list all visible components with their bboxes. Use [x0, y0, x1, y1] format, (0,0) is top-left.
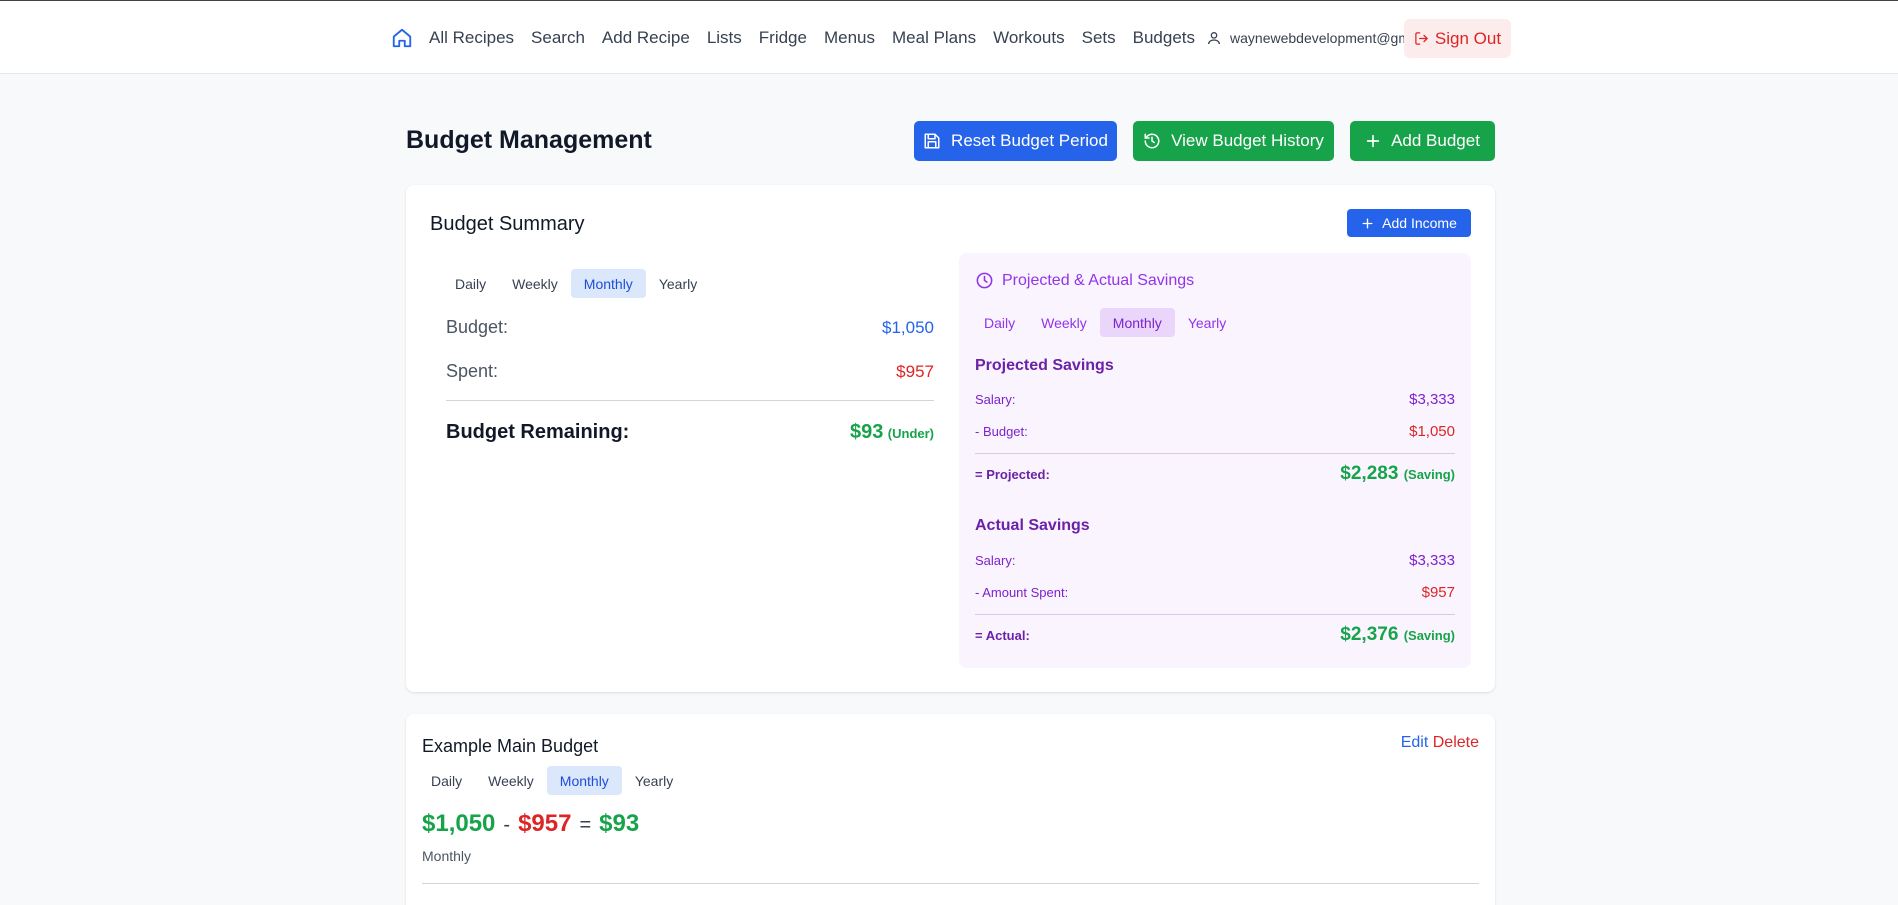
- actual-salary-row: Salary: $3,333: [975, 552, 1455, 569]
- clock-icon: [976, 272, 993, 289]
- projected-budget-row: - Budget: $1,050: [975, 423, 1455, 440]
- actual-savings-title: Actual Savings: [975, 517, 1090, 534]
- sign-out-icon: [1415, 32, 1428, 45]
- nav-link-menus[interactable]: Menus: [824, 28, 875, 48]
- add-budget-label: Add Budget: [1391, 131, 1480, 150]
- projected-total-value: $2,283: [1340, 463, 1399, 484]
- delete-budget-link[interactable]: Delete: [1433, 734, 1479, 751]
- budget-remaining-label: Budget Remaining:: [446, 421, 630, 443]
- sign-out-button[interactable]: Sign Out: [1404, 19, 1511, 58]
- budget-actions: Edit Delete: [1401, 734, 1479, 752]
- home-icon[interactable]: [391, 26, 415, 50]
- savings-title: Projected & Actual Savings: [1002, 271, 1195, 289]
- spent-row: Spent: $957: [446, 361, 934, 382]
- divider: [422, 883, 1479, 884]
- savings-tab-yearly[interactable]: Yearly: [1175, 308, 1239, 337]
- nav-link-budgets[interactable]: Budgets: [1133, 28, 1195, 48]
- spent-label: Spent:: [446, 361, 499, 381]
- budget-value: $1,050: [882, 318, 934, 337]
- budget-summary-title: Budget Summary: [430, 213, 585, 235]
- nav-link-fridge[interactable]: Fridge: [759, 28, 807, 48]
- nav-link-workouts[interactable]: Workouts: [993, 28, 1065, 48]
- budget-tab-monthly[interactable]: Monthly: [546, 766, 622, 795]
- actual-total-value: $2,376: [1340, 624, 1399, 645]
- budget-row: Budget: $1,050: [446, 317, 934, 338]
- nav-link-meal-plans[interactable]: Meal Plans: [892, 28, 976, 48]
- projected-total-label: = Projected:: [975, 467, 1050, 482]
- divider: [975, 453, 1455, 454]
- savings-tab-monthly[interactable]: Monthly: [1099, 308, 1175, 337]
- savings-period-tabs: Daily Weekly Monthly Yearly: [971, 308, 1239, 337]
- projected-salary-label: Salary:: [975, 392, 1016, 407]
- projected-savings-title: Projected Savings: [975, 357, 1114, 374]
- actual-salary-label: Salary:: [975, 553, 1016, 568]
- add-income-button[interactable]: Add Income: [1347, 209, 1471, 237]
- add-income-label: Add Income: [1382, 215, 1457, 231]
- projected-budget-label: - Budget:: [975, 424, 1028, 439]
- projected-salary-row: Salary: $3,333: [975, 391, 1455, 408]
- divider: [975, 614, 1455, 615]
- plus-icon: [1366, 134, 1380, 148]
- budget-tab-weekly[interactable]: Weekly: [475, 766, 547, 795]
- actual-spent-label: - Amount Spent:: [975, 585, 1069, 600]
- budget-spent: $957: [518, 810, 572, 837]
- actual-spent-row: - Amount Spent: $957: [975, 584, 1455, 601]
- nav-link-lists[interactable]: Lists: [707, 28, 742, 48]
- actual-total-label: = Actual:: [975, 628, 1030, 643]
- budget-name: Example Main Budget: [422, 736, 599, 756]
- nav-link-add-recipe[interactable]: Add Recipe: [602, 28, 690, 48]
- budget-summary-card: Budget Summary Add Income Daily Weekly M…: [406, 185, 1495, 692]
- savings-tab-daily[interactable]: Daily: [971, 308, 1028, 337]
- tab-weekly[interactable]: Weekly: [499, 269, 571, 298]
- summary-period-tabs: Daily Weekly Monthly Yearly: [442, 269, 710, 298]
- budget-card: Example Main Budget Edit Delete Daily We…: [406, 714, 1495, 905]
- spent-value: $957: [896, 362, 934, 381]
- divider: [446, 400, 934, 401]
- savings-header: Projected & Actual Savings: [975, 271, 1194, 290]
- view-budget-history-label: View Budget History: [1171, 131, 1324, 150]
- budget-label: Budget:: [446, 317, 509, 337]
- budget-remaining-value: $93: [849, 421, 884, 443]
- actual-spent-value: $957: [1421, 584, 1455, 601]
- budget-amount: $1,050: [422, 810, 496, 837]
- budget-period: Monthly: [422, 848, 472, 864]
- page-title: Budget Management: [406, 126, 652, 154]
- budget-remaining: $93: [599, 810, 640, 837]
- budget-tab-yearly[interactable]: Yearly: [622, 766, 686, 795]
- sign-out-label: Sign Out: [1434, 28, 1502, 48]
- nav-menu: All Recipes Search Add Recipe Lists Frid…: [391, 21, 1454, 55]
- plus-icon: [1362, 217, 1373, 229]
- add-budget-button[interactable]: Add Budget: [1350, 121, 1495, 161]
- minus-sign: -: [503, 814, 511, 836]
- save-icon: [924, 133, 940, 149]
- reset-budget-period-button[interactable]: Reset Budget Period: [914, 121, 1117, 161]
- edit-budget-link[interactable]: Edit: [1401, 734, 1429, 751]
- budget-remaining-row: Budget Remaining: $93 (Under): [446, 421, 934, 444]
- tab-monthly[interactable]: Monthly: [570, 269, 646, 298]
- projected-total-status: (Saving): [1403, 467, 1455, 482]
- actual-total-row: = Actual: $2,376 (Saving): [975, 624, 1455, 646]
- budget-tab-daily[interactable]: Daily: [418, 766, 475, 795]
- nav-link-all-recipes[interactable]: All Recipes: [429, 28, 514, 48]
- nav-link-search[interactable]: Search: [531, 28, 585, 48]
- reset-budget-period-label: Reset Budget Period: [951, 131, 1108, 150]
- projected-salary-value: $3,333: [1409, 391, 1455, 408]
- equals-sign: =: [579, 814, 592, 836]
- user-icon: [1208, 32, 1221, 45]
- projected-budget-value: $1,050: [1409, 423, 1455, 440]
- tab-yearly[interactable]: Yearly: [646, 269, 710, 298]
- history-icon: [1144, 133, 1160, 149]
- savings-panel: Projected & Actual Savings Daily Weekly …: [959, 253, 1471, 668]
- budget-period-tabs: Daily Weekly Monthly Yearly: [418, 766, 686, 795]
- top-navigation-bar: All Recipes Search Add Recipe Lists Frid…: [0, 0, 1898, 74]
- actual-total-status: (Saving): [1403, 628, 1455, 643]
- tab-daily[interactable]: Daily: [442, 269, 499, 298]
- actual-salary-value: $3,333: [1409, 552, 1455, 569]
- savings-tab-weekly[interactable]: Weekly: [1028, 308, 1100, 337]
- view-budget-history-button[interactable]: View Budget History: [1133, 121, 1334, 161]
- budget-remaining-status: (Under): [887, 426, 934, 441]
- budget-formula: $1,050 - $957 = $93: [422, 810, 639, 838]
- projected-total-row: = Projected: $2,283 (Saving): [975, 463, 1455, 485]
- nav-link-sets[interactable]: Sets: [1082, 28, 1116, 48]
